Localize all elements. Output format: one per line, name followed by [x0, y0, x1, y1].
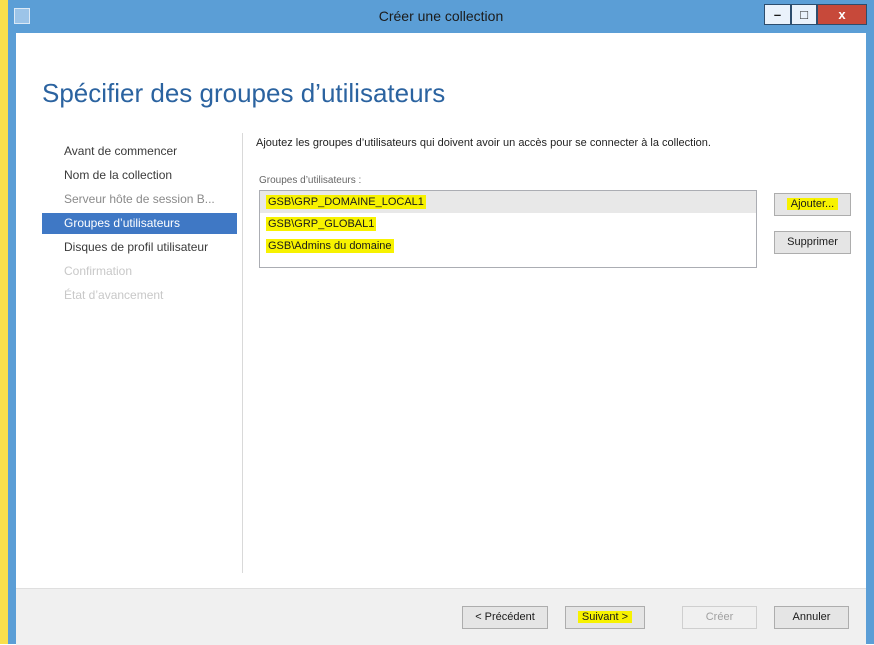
- list-item-label: GSB\Admins du domaine: [266, 239, 394, 253]
- minimize-button[interactable]: –: [764, 4, 791, 25]
- list-item-label: GSB\GRP_DOMAINE_LOCAL1: [266, 195, 426, 209]
- next-button-label: Suivant >: [577, 611, 633, 623]
- page-title: Spécifier des groupes d’utilisateurs: [42, 78, 446, 108]
- nav-item-confirmation: Confirmation: [64, 264, 133, 278]
- nav-item-serveur-hote[interactable]: Serveur hôte de session B...: [42, 189, 237, 210]
- create-button[interactable]: Créer: [682, 606, 757, 629]
- wizard-nav: Avant de commencer Nom de la collection …: [42, 141, 237, 309]
- window-title: Créer une collection: [378, 8, 504, 24]
- nav-item-disques-profil[interactable]: Disques de profil utilisateur: [42, 237, 237, 258]
- nav-item-etat-avancement: État d’avancement: [64, 288, 164, 302]
- close-button[interactable]: x: [817, 4, 867, 25]
- nav-divider: [242, 133, 243, 573]
- groups-list-label: Groupes d’utilisateurs :: [259, 175, 362, 186]
- window-frame: Créer une collection – □ x Spécifier des…: [8, 0, 874, 645]
- previous-button[interactable]: < Précédent: [462, 606, 548, 629]
- nav-item-groupes-utilisateurs[interactable]: Groupes d’utilisateurs: [42, 213, 237, 234]
- page-description: Ajoutez les groupes d’utilisateurs qui d…: [256, 137, 711, 149]
- remove-button[interactable]: Supprimer: [774, 231, 851, 254]
- list-item[interactable]: GSB\GRP_DOMAINE_LOCAL1: [260, 191, 756, 213]
- window: Créer une collection – □ x Spécifier des…: [0, 0, 874, 645]
- add-button-label: Ajouter...: [786, 198, 839, 210]
- nav-item-nom-collection[interactable]: Nom de la collection: [42, 165, 237, 186]
- nav-item-avant-de-commencer[interactable]: Avant de commencer: [42, 141, 237, 162]
- next-button[interactable]: Suivant >: [565, 606, 645, 629]
- list-item-label: GSB\GRP_GLOBAL1: [266, 217, 377, 231]
- list-item[interactable]: GSB\Admins du domaine: [260, 235, 756, 257]
- dialog-body: Spécifier des groupes d’utilisateurs Ava…: [16, 33, 866, 645]
- title-bar[interactable]: Créer une collection – □ x: [8, 0, 874, 33]
- add-button[interactable]: Ajouter...: [774, 193, 851, 216]
- groups-listbox[interactable]: GSB\GRP_DOMAINE_LOCAL1 GSB\GRP_GLOBAL1 G…: [259, 190, 757, 268]
- wizard-footer: < Précédent Suivant > Créer Annuler: [16, 588, 866, 645]
- maximize-button[interactable]: □: [791, 4, 817, 25]
- cancel-button[interactable]: Annuler: [774, 606, 849, 629]
- list-item[interactable]: GSB\GRP_GLOBAL1: [260, 213, 756, 235]
